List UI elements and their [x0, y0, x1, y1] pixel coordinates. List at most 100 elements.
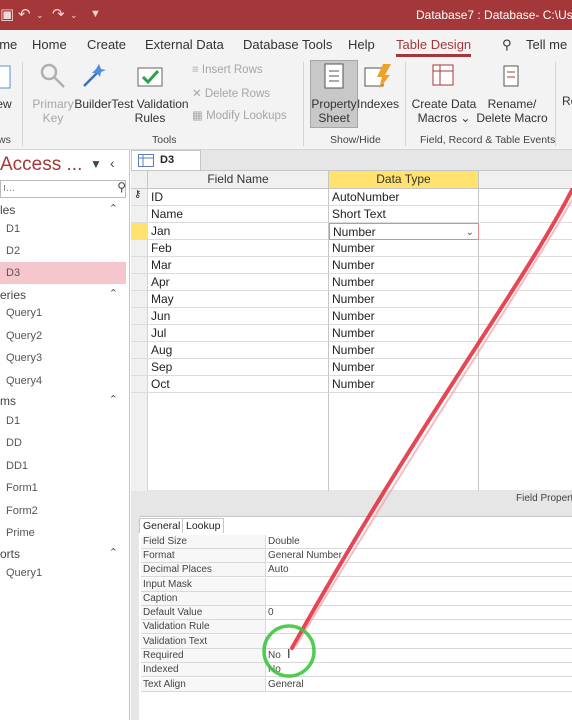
nav-item-form-dd[interactable]: DD — [0, 432, 126, 454]
property-row[interactable]: Indexed No — [141, 663, 572, 677]
chevron-up-icon: ⌃ — [108, 547, 118, 559]
tab-table-design[interactable]: Table Design — [396, 37, 472, 57]
test-validation-button[interactable]: Test Validation Rules — [110, 62, 190, 125]
nav-item-query2[interactable]: Query2 — [0, 325, 126, 347]
chevron-up-icon: ⌃ — [108, 394, 118, 406]
nav-item-table-d3[interactable]: D3 — [0, 262, 126, 284]
view-button[interactable]: ew — [0, 64, 14, 111]
relationships-button-partial[interactable]: Re — [562, 94, 572, 108]
redo-icon[interactable]: ↷ — [52, 5, 65, 23]
tab-help[interactable]: Help — [348, 37, 375, 52]
chevron-down-icon[interactable]: ⌄ — [466, 224, 474, 241]
field-properties-label: Field Propert — [516, 493, 572, 504]
required-value[interactable]: No — [266, 649, 572, 663]
property-row[interactable]: Input Mask — [141, 578, 572, 592]
property-row[interactable]: Validation Rule — [141, 620, 572, 634]
indexes-button[interactable]: Indexes — [356, 62, 400, 111]
column-header-description[interactable] — [479, 171, 572, 189]
tab-database-tools[interactable]: Database Tools — [243, 37, 332, 52]
table-row[interactable]: ⚷ ID AutoNumber — [131, 189, 572, 206]
column-header-data-type[interactable]: Data Type — [329, 171, 479, 189]
nav-item-form-d1[interactable]: D1 — [0, 410, 126, 432]
table-row[interactable]: Jul Number — [131, 325, 572, 342]
data-macro-icon — [432, 64, 454, 86]
table-row-current[interactable]: Jan Number ⌄ — [131, 223, 572, 240]
nav-item-query1[interactable]: Query1 — [0, 302, 126, 324]
validation-rule-input[interactable] — [266, 620, 572, 634]
table-row[interactable]: Mar Number — [131, 257, 572, 274]
nav-item-query4[interactable]: Query4 — [0, 370, 126, 392]
property-row[interactable]: Field Size Double — [141, 535, 572, 549]
group-label-tools: Tools — [152, 134, 177, 146]
table-row-empty[interactable] — [131, 393, 572, 491]
chevron-up-icon: ⌃ — [108, 288, 118, 300]
current-row-selector[interactable] — [131, 223, 148, 240]
nav-collapse-icon[interactable]: ‹ — [110, 155, 115, 171]
table-row[interactable]: Sep Number — [131, 359, 572, 376]
property-sheet-icon — [324, 63, 344, 89]
table-row[interactable]: May Number — [131, 291, 572, 308]
group-label-show-hide: Show/Hide — [330, 134, 381, 146]
tab-general[interactable]: General — [139, 518, 185, 533]
table-row[interactable]: Feb Number — [131, 240, 572, 257]
nav-item-form1[interactable]: Form1 — [0, 477, 126, 499]
undo-dropdown-icon[interactable]: ⌄ — [36, 10, 44, 21]
property-row[interactable]: Text Align General — [141, 678, 572, 692]
nav-item-table-d2[interactable]: D2 — [0, 240, 126, 262]
nav-item-query3[interactable]: Query3 — [0, 347, 126, 369]
nav-item-form2[interactable]: Form2 — [0, 500, 126, 522]
table-row[interactable]: Oct Number — [131, 376, 572, 393]
undo-icon[interactable]: ↶ — [18, 5, 31, 23]
table-row[interactable]: Jun Number — [131, 308, 572, 325]
modify-lookups-button[interactable]: ▦ Modify Lookups — [192, 108, 287, 122]
nav-menu-icon[interactable]: ▼ — [90, 157, 102, 171]
save-icon[interactable]: ▣ — [0, 5, 14, 23]
redo-dropdown-icon[interactable]: ⌄ — [70, 10, 78, 21]
property-sheet-button[interactable]: Property Sheet — [310, 62, 358, 125]
property-row[interactable]: Default Value 0 — [141, 606, 572, 620]
tab-create[interactable]: Create — [87, 37, 126, 52]
primary-key-button[interactable]: Primary Key — [30, 62, 76, 125]
nav-item-form-prime[interactable]: Prime — [0, 522, 126, 544]
delete-rows-button[interactable]: ✕ Delete Rows — [192, 86, 270, 100]
document-tab-d3[interactable]: D3 — [131, 150, 201, 170]
nav-search-input[interactable]: ı... ⚲ — [0, 180, 126, 198]
primary-key-icon: ⚷ — [131, 189, 148, 206]
nav-pane-title[interactable]: Access ... — [0, 154, 82, 176]
tab-lookup[interactable]: Lookup — [182, 518, 225, 533]
property-row[interactable]: Required No — [141, 649, 572, 663]
tab-home[interactable]: Home — [32, 37, 67, 52]
chevron-up-icon: ⌃ — [108, 203, 118, 215]
nav-section-tables[interactable]: les ⌃ — [0, 200, 126, 220]
create-data-macros-button[interactable]: Create Data Macros ⌄ — [410, 62, 478, 125]
insert-rows-button[interactable]: ≡ Insert Rows — [192, 64, 263, 76]
tell-me-search[interactable]: Tell me — [526, 37, 567, 52]
title-bar: ▣ ↶ ⌄ ↷ ⌄ ▼ Database7 : Database- C:\Use… — [0, 0, 572, 30]
nav-section-reports[interactable]: orts ⌃ — [0, 544, 126, 564]
property-row[interactable]: Format General Number — [141, 549, 572, 563]
field-properties-pane: General Lookup Field Size Double Format Ge… — [139, 516, 572, 720]
tab-external-data[interactable]: External Data — [145, 37, 224, 52]
search-icon[interactable]: ⚲ — [117, 180, 126, 194]
nav-item-report-query1[interactable]: Query1 — [0, 562, 126, 584]
property-row[interactable]: Decimal Places Auto — [141, 563, 572, 577]
customize-toolbar-icon[interactable]: ▼ — [90, 8, 101, 20]
window-title: Database7 : Database- C:\Users — [416, 8, 572, 22]
property-row[interactable]: Validation Text — [141, 635, 572, 649]
nav-section-forms[interactable]: ms ⌃ — [0, 391, 126, 411]
nav-item-table-d1[interactable]: D1 — [0, 218, 126, 240]
ribbon-tabs: ome Home Create External Data Database T… — [0, 30, 572, 58]
table-design-grid: Field Name Data Type ⚷ ID AutoNumber Name S… — [131, 170, 572, 491]
tab-home-partial[interactable]: ome — [0, 37, 17, 52]
table-row[interactable]: Name Short Text — [131, 206, 572, 223]
builder-button[interactable]: Builder — [73, 62, 113, 111]
ribbon: ew ws Primary Key Builder Test Validatio… — [0, 58, 572, 150]
table-row[interactable]: Aug Number — [131, 342, 572, 359]
data-type-dropdown[interactable]: Number ⌄ — [329, 223, 479, 240]
nav-item-form-dd1[interactable]: DD1 — [0, 455, 126, 477]
rename-delete-macro-button[interactable]: Rename/ Delete Macro — [474, 62, 550, 125]
key-icon — [40, 63, 65, 88]
column-header-field-name[interactable]: Field Name — [148, 171, 329, 189]
property-row[interactable]: Caption — [141, 592, 572, 606]
table-row[interactable]: Apr Number — [131, 274, 572, 291]
